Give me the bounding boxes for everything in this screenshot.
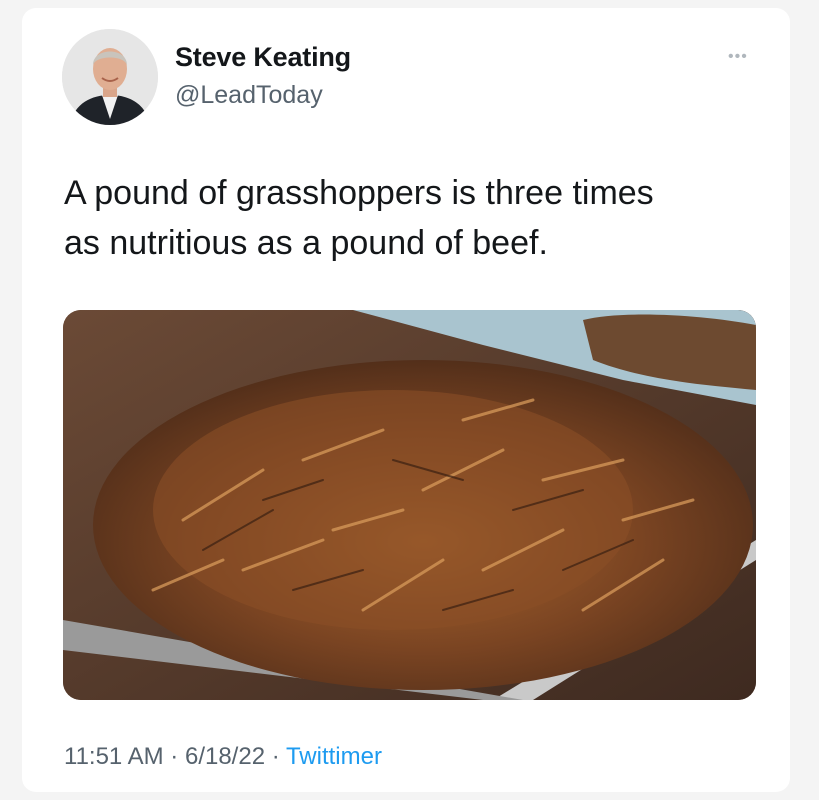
tweet-time[interactable]: 11:51 AM [64, 743, 164, 770]
footer-separator-2: · [271, 743, 280, 770]
tweet-source-link[interactable]: Twittimer [286, 743, 382, 770]
more-dots-icon[interactable]: ••• [728, 49, 748, 65]
author-display-name[interactable]: Steve Keating [175, 42, 351, 73]
tweet-text-line-1: A pound of grasshoppers is three times [64, 174, 654, 212]
avatar[interactable] [62, 29, 158, 125]
tweet-footer: 11:51 AM · 6/18/22 · Twittimer [64, 743, 382, 771]
tweet-date[interactable]: 6/18/22 [185, 743, 265, 770]
grasshoppers-photo [63, 310, 756, 700]
tweet-media-image[interactable] [63, 310, 756, 700]
tweet-text: A pound of grasshoppers is three times a… [64, 168, 764, 268]
tweet-card: Steve Keating @LeadToday ••• A pound of … [22, 8, 790, 792]
footer-separator-1: · [170, 743, 179, 770]
avatar-photo [62, 29, 158, 125]
author-handle[interactable]: @LeadToday [175, 81, 323, 110]
tweet-text-line-2: as nutritious as a pound of beef. [64, 224, 548, 262]
